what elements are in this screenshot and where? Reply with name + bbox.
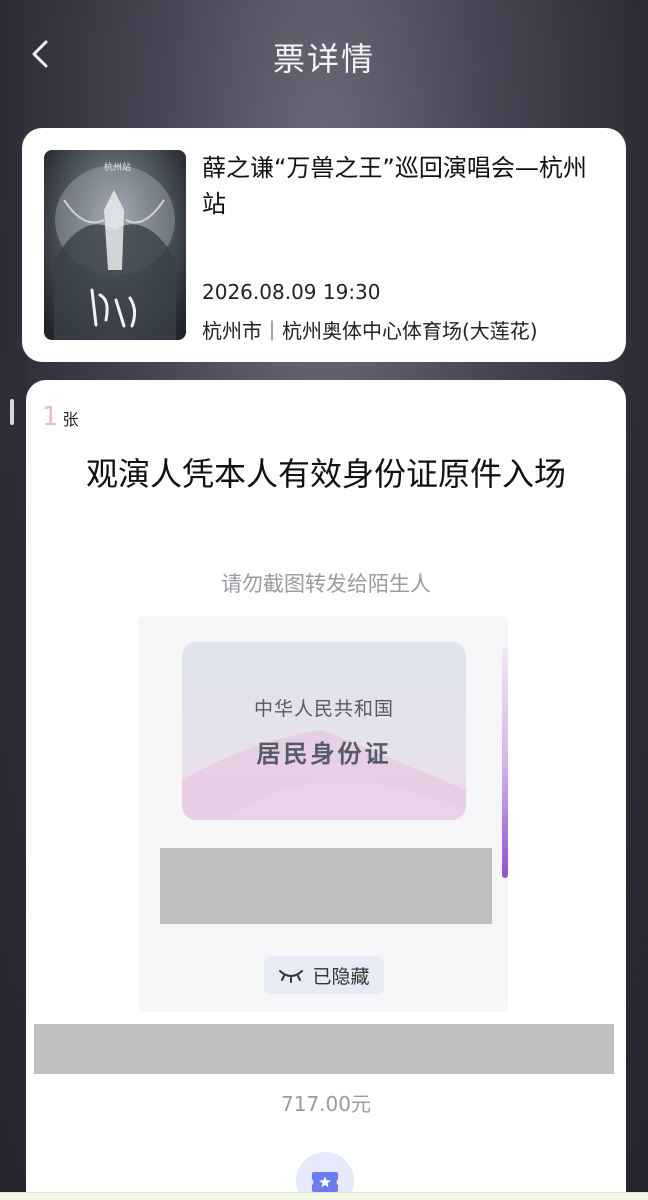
id-card-image: 中华人民共和国 居民身份证 xyxy=(182,642,466,820)
id-card-country: 中华人民共和国 xyxy=(253,698,394,720)
event-venue: 杭州市｜杭州奥体中心体育场(大莲花) xyxy=(202,319,538,343)
hidden-toggle-button[interactable]: 已隐藏 xyxy=(264,956,384,994)
ticket-price: 717.00元 xyxy=(281,1092,371,1116)
poster-art: 杭州站 xyxy=(54,161,176,340)
ticket-star-icon xyxy=(312,1172,338,1192)
scrollbar[interactable] xyxy=(502,648,508,878)
event-poster: 杭州站 xyxy=(44,150,186,340)
top-bar: 票详情 xyxy=(0,0,648,110)
side-drawer-handle[interactable] xyxy=(0,355,26,470)
redacted-code xyxy=(34,1024,614,1074)
hidden-label: 已隐藏 xyxy=(312,965,370,988)
ticket-quantity: 1张 xyxy=(42,402,79,432)
id-card-type: 居民身份证 xyxy=(256,740,392,768)
closed-eye-icon xyxy=(279,970,304,983)
handle-bar xyxy=(10,399,14,425)
poster-caption: 杭州站 xyxy=(104,161,131,173)
ticket-card: 1张 观演人凭本人有效身份证原件入场 请勿截图转发给陌生人 中华人民共和国 居民… xyxy=(26,380,626,1200)
event-title: 薛之谦“万兽之王”巡回演唱会—杭州站 xyxy=(202,154,587,218)
event-card[interactable]: 杭州站 薛之谦“万兽之王”巡回演唱会—杭州站 2026.08.09 19:30 … xyxy=(22,128,626,362)
entry-notice: 观演人凭本人有效身份证原件入场 xyxy=(85,455,566,493)
event-datetime: 2026.08.09 19:30 xyxy=(202,280,381,304)
screenshot-warning: 请勿截图转发给陌生人 xyxy=(221,572,431,596)
redacted-id-info xyxy=(160,848,492,924)
id-panel: 中华人民共和国 居民身份证 已隐藏 xyxy=(138,616,508,1012)
bottom-banner-edge xyxy=(0,1192,648,1200)
quantity-number: 1 xyxy=(42,402,59,432)
quantity-unit: 张 xyxy=(62,410,79,429)
page-title: 票详情 xyxy=(272,40,375,78)
